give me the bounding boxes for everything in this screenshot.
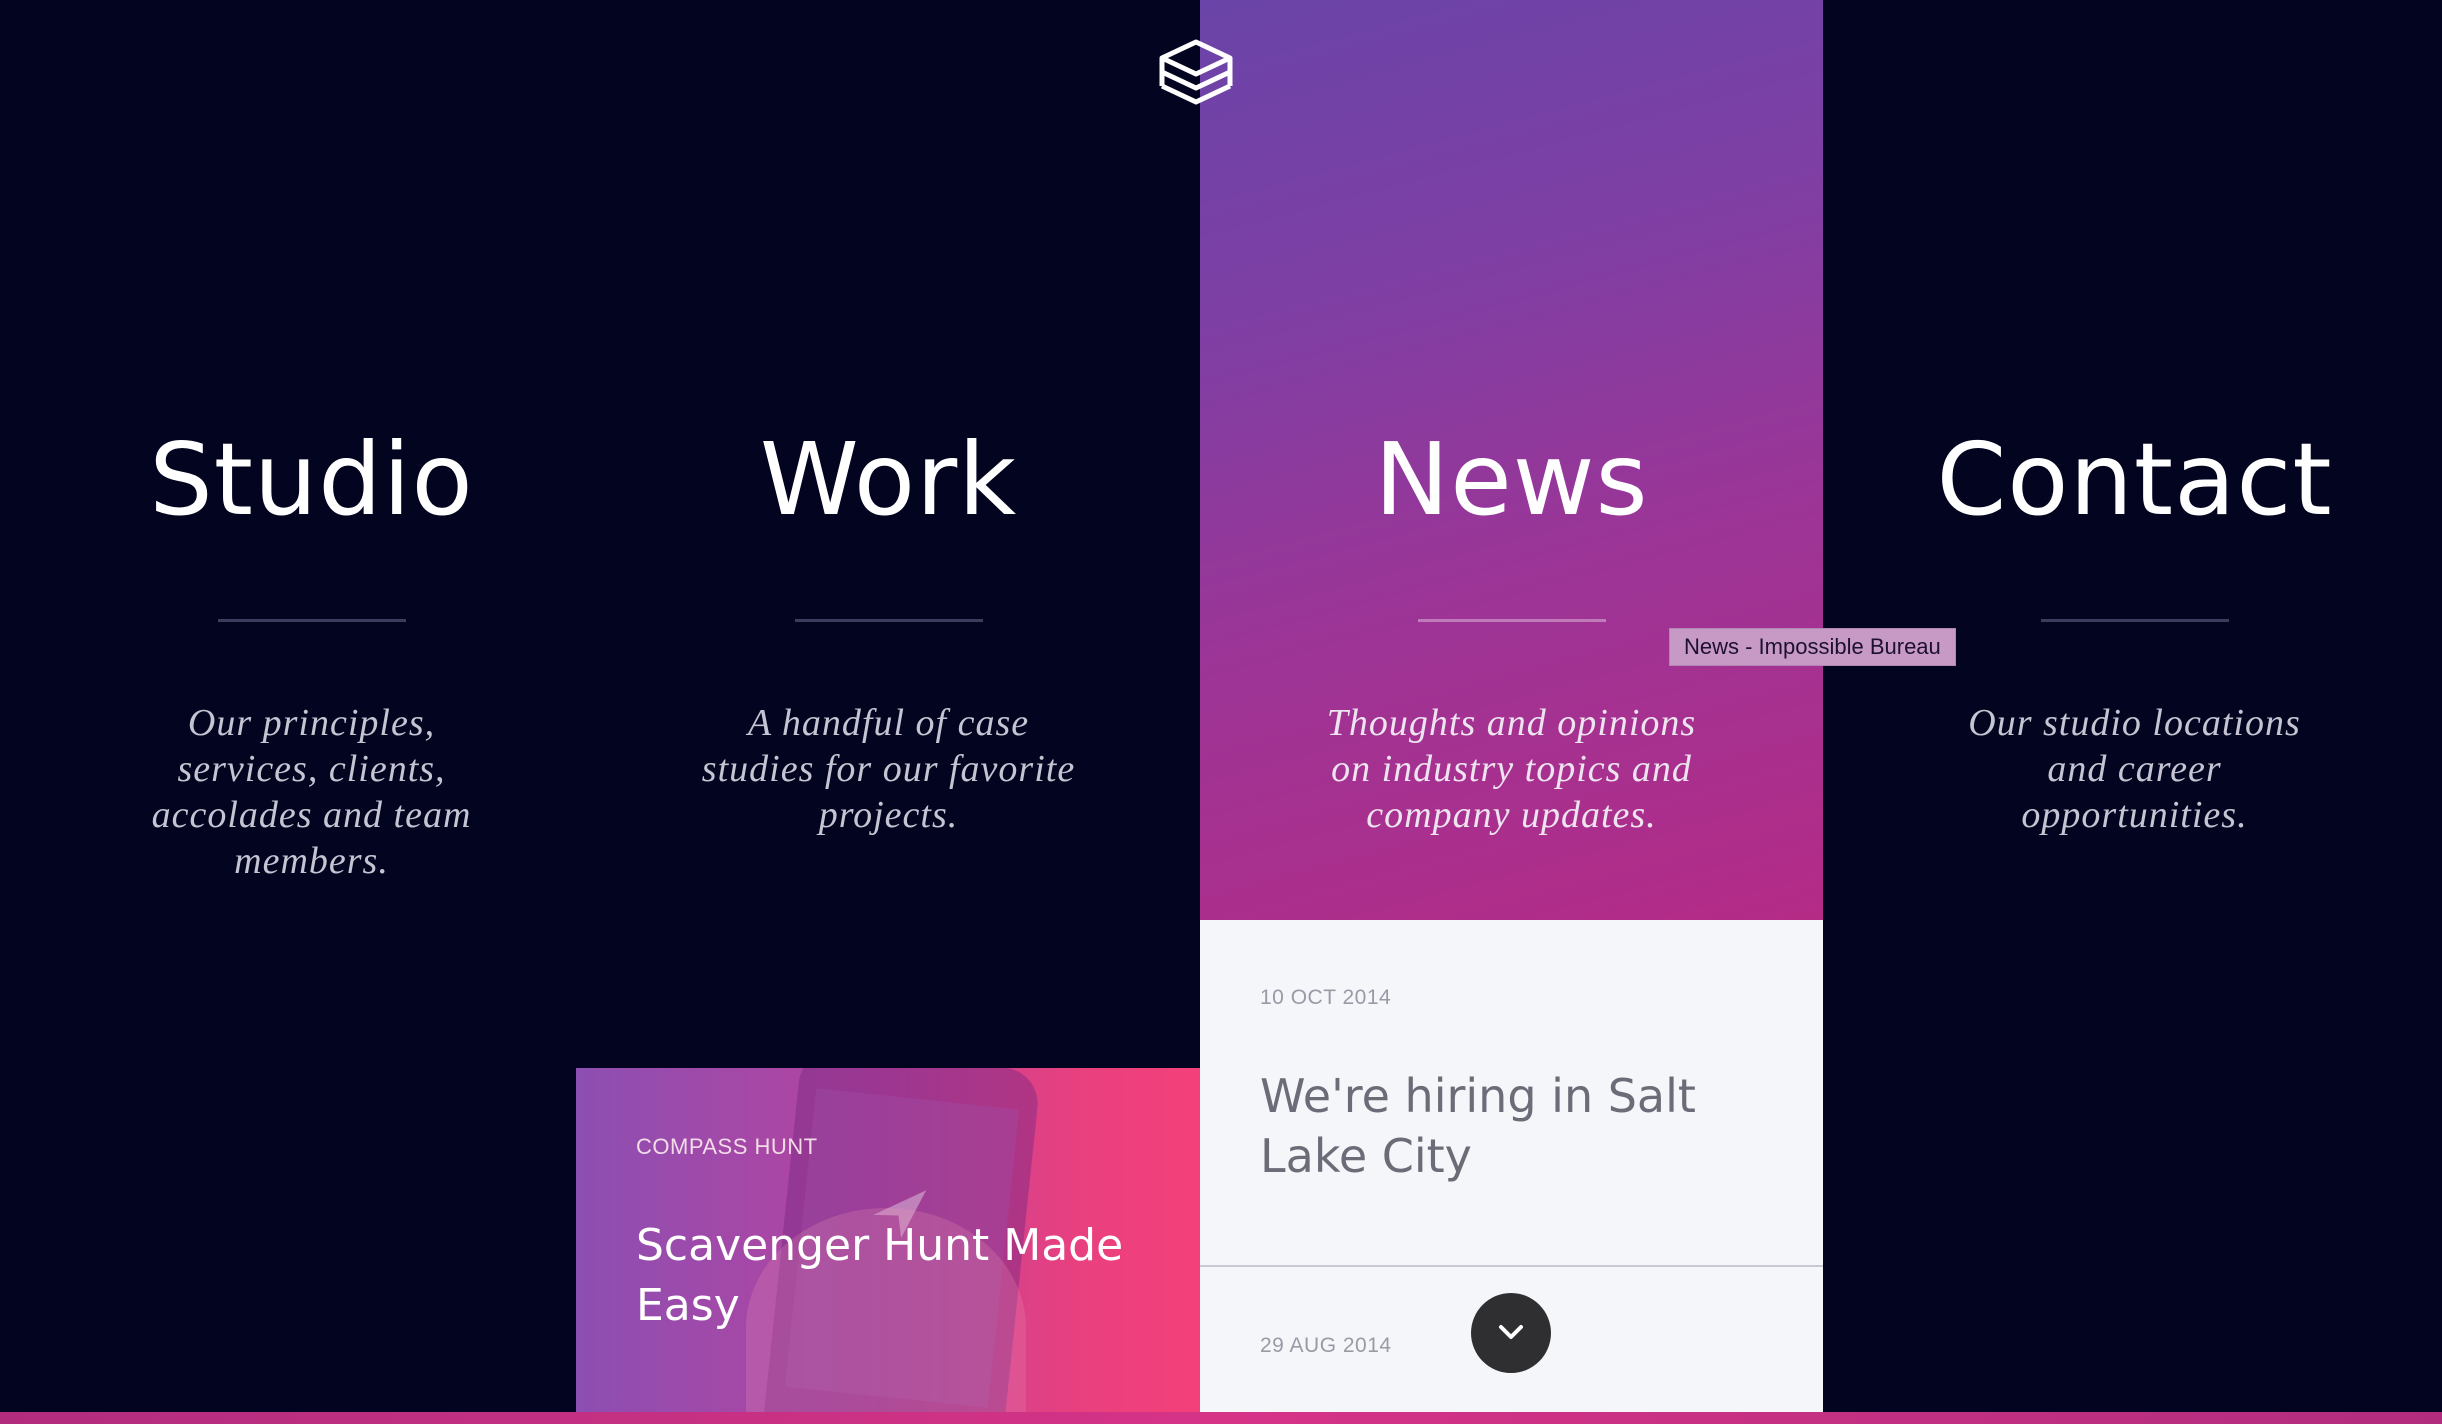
studio-title[interactable]: Studio — [0, 420, 623, 540]
logo-stacked-layers-icon[interactable] — [1156, 38, 1236, 114]
chevron-down-icon — [1499, 1325, 1523, 1339]
news-item-divider — [1200, 1265, 1823, 1267]
studio-description: Our principles, services, clients, accol… — [151, 702, 472, 882]
nav-column-studio[interactable]: Studio Our principles, services, clients… — [0, 0, 623, 1412]
studio-divider — [217, 619, 406, 622]
news-item-title[interactable]: We're hiring in Salt Lake City — [1260, 1066, 1720, 1186]
scroll-down-button[interactable] — [1471, 1293, 1551, 1373]
link-tooltip: News - Impossible Bureau — [1669, 628, 1956, 666]
work-card-title[interactable]: Scavenger Hunt Made Easy — [636, 1216, 1156, 1336]
news-title[interactable]: News — [1200, 420, 1823, 540]
work-divider — [794, 619, 983, 622]
news-item-date: 29 AUG 2014 — [1260, 1334, 1392, 1357]
nav-column-news[interactable]: News Thoughts and opinions on industry t… — [1200, 0, 1823, 920]
contact-description: Our studio locations and career opportun… — [1968, 702, 2301, 836]
contact-title[interactable]: Contact — [1823, 420, 2442, 540]
main-navigation-page: Studio Our principles, services, clients… — [0, 0, 2442, 1424]
bottom-accent-bar — [0, 1412, 2442, 1424]
nav-column-contact[interactable]: Contact Our studio locations and career … — [1823, 0, 2442, 1412]
contact-divider — [2040, 619, 2229, 622]
work-card-project: COMPASS HUNT — [636, 1134, 818, 1159]
work-preview-card[interactable]: COMPASS HUNT Scavenger Hunt Made Easy — [576, 1068, 1200, 1412]
work-title[interactable]: Work — [577, 420, 1200, 540]
work-description: A handful of case studies for our favori… — [701, 702, 1076, 836]
news-description: Thoughts and opinions on industry topics… — [1326, 702, 1697, 836]
news-divider — [1417, 619, 1606, 622]
news-item-date: 10 OCT 2014 — [1260, 986, 1392, 1009]
